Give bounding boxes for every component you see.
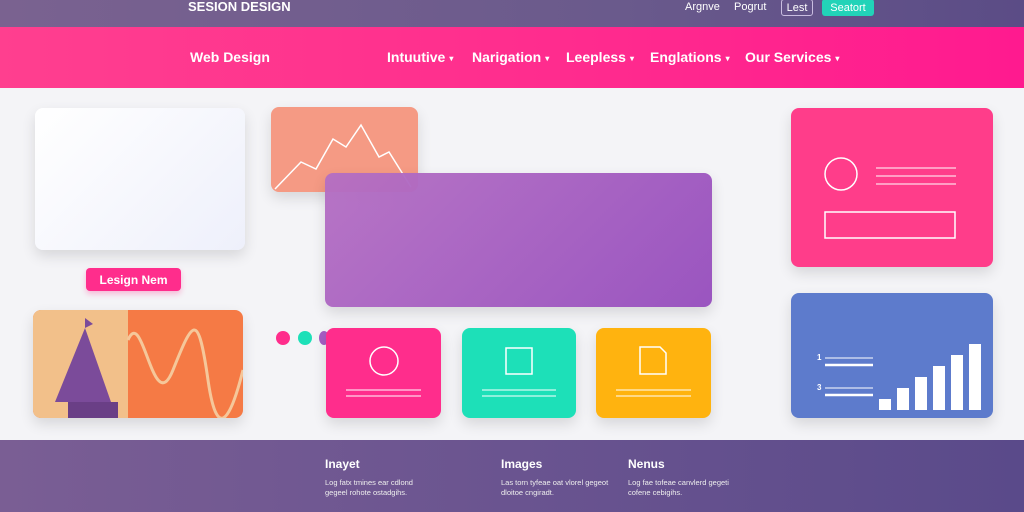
circle-icon xyxy=(346,346,421,397)
footer-col-text: Log fatx tmines ear cdlond gegeel rohote… xyxy=(325,478,413,497)
nav-label: Leepless xyxy=(566,49,626,65)
nav-label: Englations xyxy=(650,49,722,65)
hero-panel xyxy=(325,173,712,307)
bar-chart-icon xyxy=(825,344,981,410)
chevron-down-icon: ▾ xyxy=(545,53,550,63)
bar xyxy=(969,344,981,410)
illustration-card xyxy=(33,310,243,418)
feature-card-teal[interactable] xyxy=(462,328,576,418)
top-link-2[interactable]: Pogrut xyxy=(734,1,766,13)
carousel-dot-2[interactable] xyxy=(298,331,312,345)
nav-label: Our Services xyxy=(745,49,832,65)
bar xyxy=(915,377,927,410)
footer-col-title[interactable]: Inayet xyxy=(325,457,360,471)
feature-card-pink[interactable] xyxy=(326,328,441,418)
footer-col-title[interactable]: Nenus xyxy=(628,457,665,471)
signup-button[interactable]: Seatort xyxy=(822,0,874,16)
nav-item-narigation[interactable]: Narigation ▾ xyxy=(472,49,549,65)
footer-col-title[interactable]: Images xyxy=(501,457,542,471)
nav-item-englations[interactable]: Englations ▾ xyxy=(650,49,730,65)
footer-col-text: Las torn tyfeae oat vlorel gegeot dloito… xyxy=(501,478,609,497)
profile-form-icon xyxy=(824,157,956,239)
feature-card-orange[interactable] xyxy=(596,328,711,418)
moon-icon xyxy=(169,166,201,212)
chevron-down-icon: ▾ xyxy=(835,53,840,63)
bar xyxy=(951,355,963,410)
bar xyxy=(897,388,909,410)
nav-item-our-services[interactable]: Our Services ▾ xyxy=(745,49,839,65)
nav-title[interactable]: Web Design xyxy=(190,49,270,65)
moon-card xyxy=(35,108,245,250)
nav-item-intuutive[interactable]: Intuutive ▾ xyxy=(387,49,453,65)
chevron-down-icon: ▾ xyxy=(725,53,730,63)
bar xyxy=(879,399,891,410)
sailboat-wave-illustration xyxy=(55,318,243,418)
brand-logo[interactable]: SESION DESIGN xyxy=(188,0,291,14)
nav-label: Narigation xyxy=(472,49,542,65)
footer xyxy=(0,440,1024,512)
document-icon xyxy=(616,346,691,397)
square-icon xyxy=(482,347,556,397)
nav-label: Intuutive xyxy=(387,49,446,65)
chevron-down-icon: ▾ xyxy=(629,53,634,63)
carousel-dot-1[interactable] xyxy=(276,331,290,345)
profile-card xyxy=(791,108,993,267)
login-button[interactable]: Lest xyxy=(781,0,813,16)
top-link-1[interactable]: Argnve xyxy=(685,1,720,13)
bar xyxy=(933,366,945,410)
footer-col-text: Log fae tofeae canvlerd gegeti cofene ce… xyxy=(628,478,729,497)
design-new-button[interactable]: Lesign Nem xyxy=(86,268,181,291)
nav-item-leepless[interactable]: Leepless ▾ xyxy=(566,49,634,65)
chevron-down-icon: ▾ xyxy=(449,53,454,63)
stats-card: 1 3 xyxy=(791,293,993,418)
